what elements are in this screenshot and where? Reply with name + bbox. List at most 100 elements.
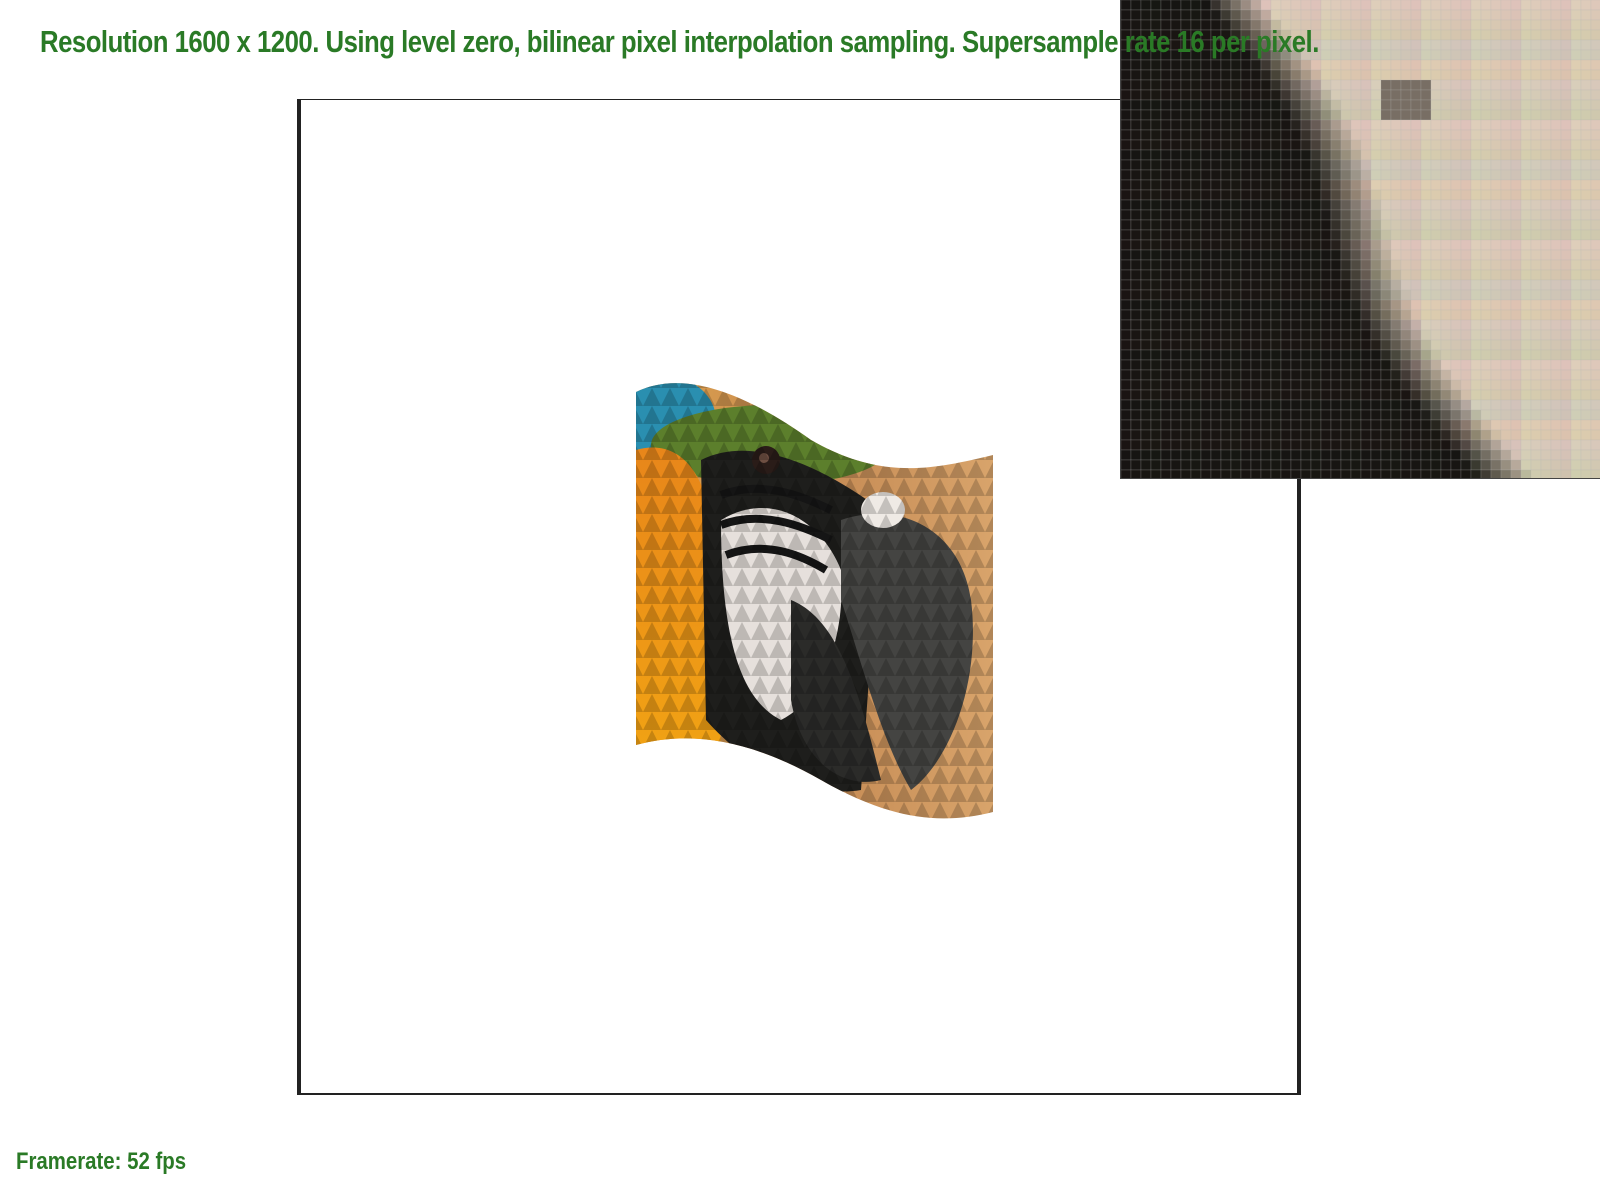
zoom-pixel	[1470, 299, 1482, 311]
zoom-pixel	[1360, 149, 1372, 161]
zoom-pixel	[1510, 0, 1522, 11]
zoom-pixel	[1310, 349, 1322, 361]
zoom-pixel	[1260, 149, 1272, 161]
zoom-pixel	[1480, 389, 1492, 401]
zoom-pixel	[1510, 79, 1522, 91]
zoom-pixel	[1370, 249, 1382, 261]
zoom-pixel	[1400, 19, 1412, 31]
zoom-pixel	[1500, 229, 1512, 241]
zoom-pixel	[1510, 189, 1522, 201]
zoom-pixel	[1380, 9, 1392, 21]
zoom-pixel	[1310, 189, 1322, 201]
zoom-pixel	[1460, 199, 1472, 211]
zoom-pixel	[1580, 359, 1592, 371]
zoom-pixel	[1470, 59, 1482, 71]
zoom-pixel	[1220, 429, 1232, 441]
zoom-pixel	[1270, 109, 1282, 121]
zoom-pixel	[1400, 199, 1412, 211]
zoom-pixel	[1130, 459, 1142, 471]
zoom-pixel	[1340, 389, 1352, 401]
zoom-pixel	[1380, 329, 1392, 341]
zoom-pixel	[1250, 119, 1262, 131]
zoom-pixel	[1210, 379, 1222, 391]
zoom-pixel	[1360, 109, 1372, 121]
zoom-pixel	[1410, 269, 1422, 281]
zoom-pixel	[1590, 139, 1600, 151]
zoom-pixel	[1580, 369, 1592, 381]
zoom-pixel	[1190, 409, 1202, 421]
zoom-pixel	[1160, 189, 1172, 201]
zoom-pixel	[1410, 89, 1422, 101]
zoom-pixel	[1430, 319, 1442, 331]
zoom-pixel	[1360, 119, 1372, 131]
zoom-pixel	[1130, 179, 1142, 191]
zoom-pixel	[1300, 269, 1312, 281]
zoom-pixel	[1290, 229, 1302, 241]
zoom-pixel	[1170, 89, 1182, 101]
zoom-pixel	[1121, 199, 1132, 211]
zoom-pixel	[1420, 239, 1432, 251]
zoom-pixel	[1290, 249, 1302, 261]
zoom-pixel	[1210, 309, 1222, 321]
zoom-pixel	[1190, 79, 1202, 91]
zoom-pixel	[1150, 139, 1162, 151]
zoom-pixel	[1230, 199, 1242, 211]
zoom-pixel	[1280, 279, 1292, 291]
zoom-pixel	[1300, 299, 1312, 311]
zoom-pixel	[1390, 469, 1402, 478]
zoom-pixel	[1500, 19, 1512, 31]
zoom-pixel	[1270, 289, 1282, 301]
zoom-pixel	[1310, 139, 1322, 151]
zoom-pixel	[1530, 19, 1542, 31]
zoom-pixel	[1460, 119, 1472, 131]
zoom-pixel	[1460, 289, 1472, 301]
zoom-pixel	[1290, 399, 1302, 411]
zoom-pixel	[1590, 129, 1600, 141]
zoom-pixel	[1370, 409, 1382, 421]
zoom-pixel	[1410, 279, 1422, 291]
zoom-pixel	[1150, 379, 1162, 391]
zoom-pixel	[1520, 239, 1532, 251]
zoom-pixel	[1260, 459, 1272, 471]
zoom-pixel	[1360, 359, 1372, 371]
zoom-pixel	[1530, 149, 1542, 161]
zoom-pixel	[1520, 229, 1532, 241]
zoom-pixel	[1220, 109, 1232, 121]
zoom-pixel	[1410, 199, 1422, 211]
zoom-pixel	[1370, 389, 1382, 401]
zoom-pixel	[1470, 49, 1482, 61]
zoom-pixel	[1290, 169, 1302, 181]
zoom-pixel	[1520, 159, 1532, 171]
zoom-pixel	[1400, 29, 1412, 41]
zoom-pixel	[1340, 449, 1352, 461]
zoom-pixel	[1430, 109, 1442, 121]
zoom-pixel	[1500, 339, 1512, 351]
zoom-pixel	[1310, 79, 1322, 91]
zoom-pixel	[1390, 369, 1402, 381]
zoom-pixel	[1310, 389, 1322, 401]
zoom-pixel	[1310, 279, 1322, 291]
zoom-pixel	[1380, 99, 1392, 111]
zoom-pixel	[1260, 179, 1272, 191]
zoom-pixel	[1560, 439, 1572, 451]
zoom-pixel	[1220, 249, 1232, 261]
zoom-pixel	[1350, 349, 1362, 361]
zoom-pixel	[1540, 169, 1552, 181]
zoom-pixel	[1310, 259, 1322, 271]
zoom-pixel	[1460, 129, 1472, 141]
zoom-pixel	[1200, 439, 1212, 451]
zoom-pixel	[1170, 0, 1182, 11]
zoom-pixel	[1550, 409, 1562, 421]
zoom-pixel	[1470, 239, 1482, 251]
zoom-pixel	[1330, 79, 1342, 91]
zoom-pixel	[1590, 339, 1600, 351]
zoom-pixel	[1350, 249, 1362, 261]
zoom-pixel	[1330, 129, 1342, 141]
zoom-pixel	[1140, 239, 1152, 251]
framerate-text: Framerate: 52 fps	[16, 1148, 187, 1175]
zoom-pixel	[1510, 199, 1522, 211]
zoom-pixel	[1170, 309, 1182, 321]
zoom-pixel	[1530, 299, 1542, 311]
zoom-pixel	[1310, 299, 1322, 311]
zoom-pixel	[1310, 269, 1322, 281]
